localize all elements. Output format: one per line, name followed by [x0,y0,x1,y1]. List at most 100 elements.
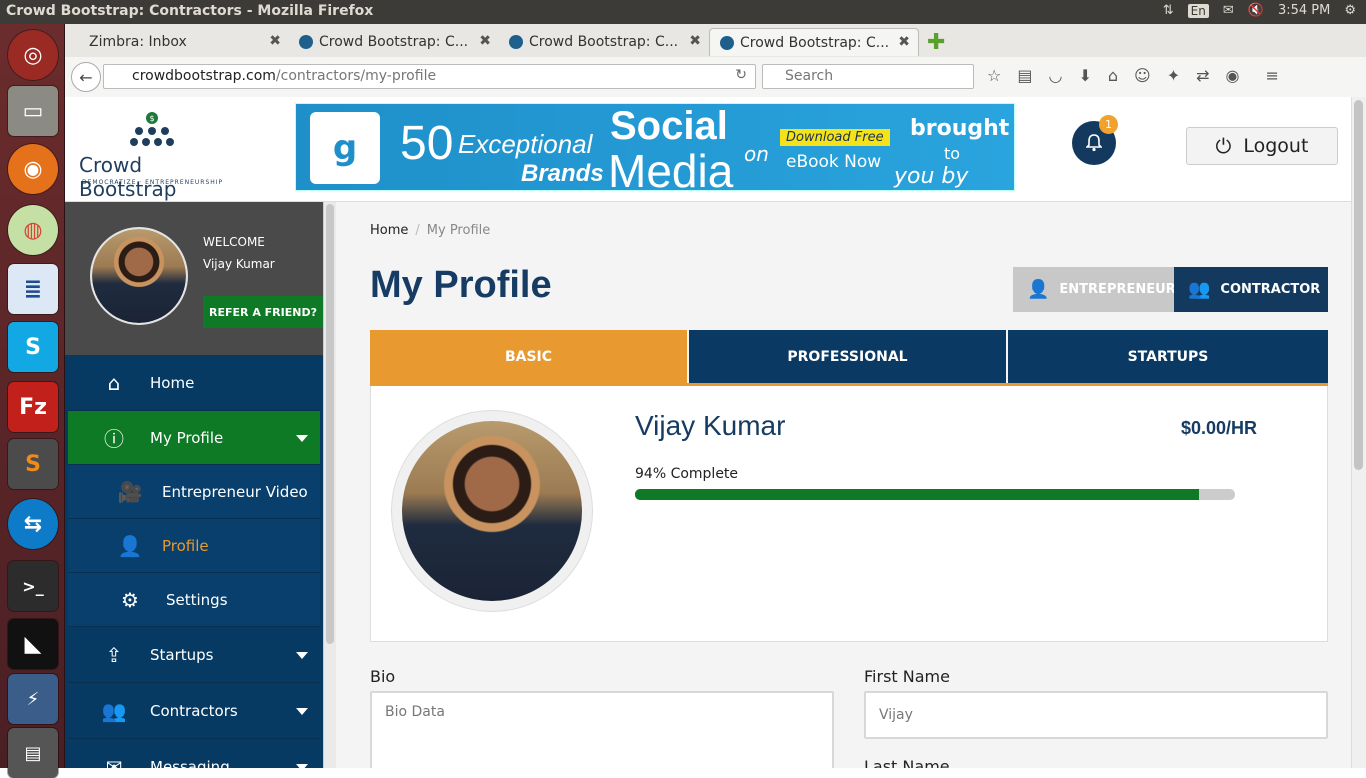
banner-text: to [944,144,961,163]
contractor-role-button[interactable]: 👥 CONTRACTOR [1174,267,1328,312]
input-method-indicator[interactable]: En [1187,3,1209,18]
sidebar-item-my-profile[interactable]: ⓘ My Profile [68,411,320,465]
refer-friend-button[interactable]: REFER A FRIEND? [203,296,323,328]
breadcrumb-home-link[interactable]: Home [370,223,408,238]
banner-text: Media [608,145,734,191]
sidebar-scrollbar[interactable] [323,202,336,768]
sidebar-item-contractors[interactable]: 👥 Contractors [68,683,320,739]
ubuntu-dash-icon[interactable]: ◎ [8,30,58,80]
search-input[interactable]: Search [762,64,974,89]
scrollbar-thumb[interactable] [1354,100,1363,470]
skype-icon[interactable]: S [8,322,58,372]
sidebar-item-startups[interactable]: ⇪ Startups [68,627,320,683]
sidebar-item-messaging[interactable]: ✉ Messaging [68,739,320,768]
bookmark-star-icon[interactable]: ☆ [987,66,1001,85]
chrome-icon[interactable]: ◍ [8,205,58,255]
tab-zimbra[interactable]: Zimbra: Inbox ✖ [79,28,289,56]
bio-placeholder: Bio Data [385,704,445,720]
ad-banner[interactable]: g 50 Exceptional Brands Social Media on … [295,103,1015,191]
entrepreneur-role-button[interactable]: 👤 ENTREPRENEUR [1013,267,1176,312]
user-icon: 👤 [1027,279,1050,300]
hamburger-menu-icon[interactable]: ≡ [1265,66,1278,85]
tab-startups[interactable]: STARTUPS [1008,330,1328,383]
logout-button[interactable]: ⏻ Logout [1186,127,1338,165]
filezilla-icon[interactable]: Fz [8,382,58,432]
notification-count-badge: 1 [1099,115,1118,134]
clock[interactable]: 3:54 PM [1278,3,1330,18]
page-title: My Profile [370,264,552,306]
notifications-button[interactable]: 1 [1072,115,1118,165]
main-content: Home / My Profile My Profile 👤 ENTREPRENEU… [336,202,1351,768]
writer-icon[interactable]: ≣ [8,264,58,314]
download-icon[interactable]: ⬇ [1078,66,1091,85]
sidebar-item-label: Messaging [150,757,230,769]
sidebar-item-home[interactable]: ⌂ Home [68,355,320,411]
crowd-logo-icon: $ [130,112,174,146]
chevron-down-icon [296,651,308,659]
scrollbar-thumb[interactable] [326,204,334,644]
url-domain: crowdbootstrap.com [132,68,276,84]
url-bar[interactable]: crowdbootstrap.com/contractors/my-profil… [103,64,756,89]
url-path: /contractors/my-profile [275,68,437,84]
back-arrow-icon[interactable]: ← [71,62,101,92]
chat-icon[interactable]: ☺ [1134,66,1151,85]
usb-drive-icon[interactable]: ▤ [8,728,58,778]
sidebar-item-settings[interactable]: ⚙ Settings [68,573,320,627]
tab-professional[interactable]: PROFESSIONAL [689,330,1006,383]
banner-text: Brands [521,160,604,187]
banner-text: brought [910,116,1010,141]
network-arrows-icon[interactable]: ⇅ [1163,3,1174,18]
terminal-icon[interactable]: >_ [8,561,58,611]
network-icon[interactable]: ⚡ [8,674,58,724]
avatar[interactable] [90,227,188,325]
bio-textarea[interactable]: Bio Data [370,691,834,768]
video-camera-icon: 🎥 [117,479,143,504]
mail-icon[interactable]: ✉ [1223,3,1234,18]
tab-basic[interactable]: BASIC [370,330,687,383]
tab-crowdbootstrap-1[interactable]: Crowd Bootstrap: C... ✖ [289,28,499,56]
volume-muted-icon[interactable]: 🔇 [1248,3,1264,18]
sidebar-item-profile[interactable]: 👤 Profile [68,519,320,573]
completion-progress-bar [635,489,1235,500]
new-tab-plus-icon[interactable]: ✚ [927,30,945,55]
reload-icon[interactable]: ↻ [735,67,747,83]
navigation-toolbar: ← crowdbootstrap.com/contractors/my-prof… [65,57,1366,97]
sidebar: WELCOME Vijay Kumar REFER A FRIEND? ⌂ Ho… [65,202,336,768]
window-title: Crowd Bootstrap: Contractors - Mozilla F… [6,3,374,19]
role-label: ENTREPRENEUR [1059,282,1176,297]
banner-text: Exceptional [458,129,593,159]
sidebar-item-label: Contractors [150,701,238,720]
close-tab-icon[interactable]: ✖ [269,33,281,49]
user-panel: WELCOME Vijay Kumar REFER A FRIEND? [65,202,323,355]
bio-label: Bio [370,667,396,686]
color-wheel-icon[interactable]: ◉ [1226,66,1240,85]
completion-label: 94% Complete [635,466,739,482]
power-icon: ⏻ [1215,134,1232,158]
gear-icon: ⚙ [121,587,139,612]
sublime-text-icon[interactable]: S [8,439,58,489]
firefox-icon[interactable]: ◉ [8,144,58,194]
profile-avatar[interactable] [391,410,593,612]
close-tab-icon[interactable]: ✖ [689,33,701,49]
group-icon: 👥 [1188,279,1211,300]
tab-crowdbootstrap-2[interactable]: Crowd Bootstrap: C... ✖ [499,28,709,56]
home-toolbar-icon[interactable]: ⌂ [1108,66,1118,85]
sync-arrows-icon[interactable]: ⇄ [1196,66,1209,85]
first-name-field[interactable]: Vijay [864,691,1328,739]
tab-crowdbootstrap-active[interactable]: Crowd Bootstrap: C... ✖ [709,28,919,56]
files-icon[interactable]: ▭ [8,86,58,136]
close-tab-icon[interactable]: ✖ [479,33,491,49]
gsmi-logo-icon: g [310,112,380,184]
pocket-icon[interactable]: ◡ [1048,66,1062,85]
inkscape-icon[interactable]: ◣ [8,619,58,669]
close-tab-icon[interactable]: ✖ [898,34,910,50]
first-name-value: Vijay [879,707,913,723]
teamviewer-icon[interactable]: ⇆ [8,499,58,549]
crowd-bootstrap-logo[interactable]: $ Crowd Bootstrap DEMOCRATIZE · ENTREPRE… [79,111,229,201]
extension-icon[interactable]: ✦ [1167,66,1180,85]
page-scrollbar[interactable] [1351,97,1366,768]
sidebar-item-entrepreneur-video[interactable]: 🎥 Entrepreneur Video [68,465,320,519]
reading-list-icon[interactable]: ▤ [1017,66,1032,85]
settings-gear-icon[interactable]: ⚙ [1344,3,1356,18]
favicon-icon [509,35,523,49]
